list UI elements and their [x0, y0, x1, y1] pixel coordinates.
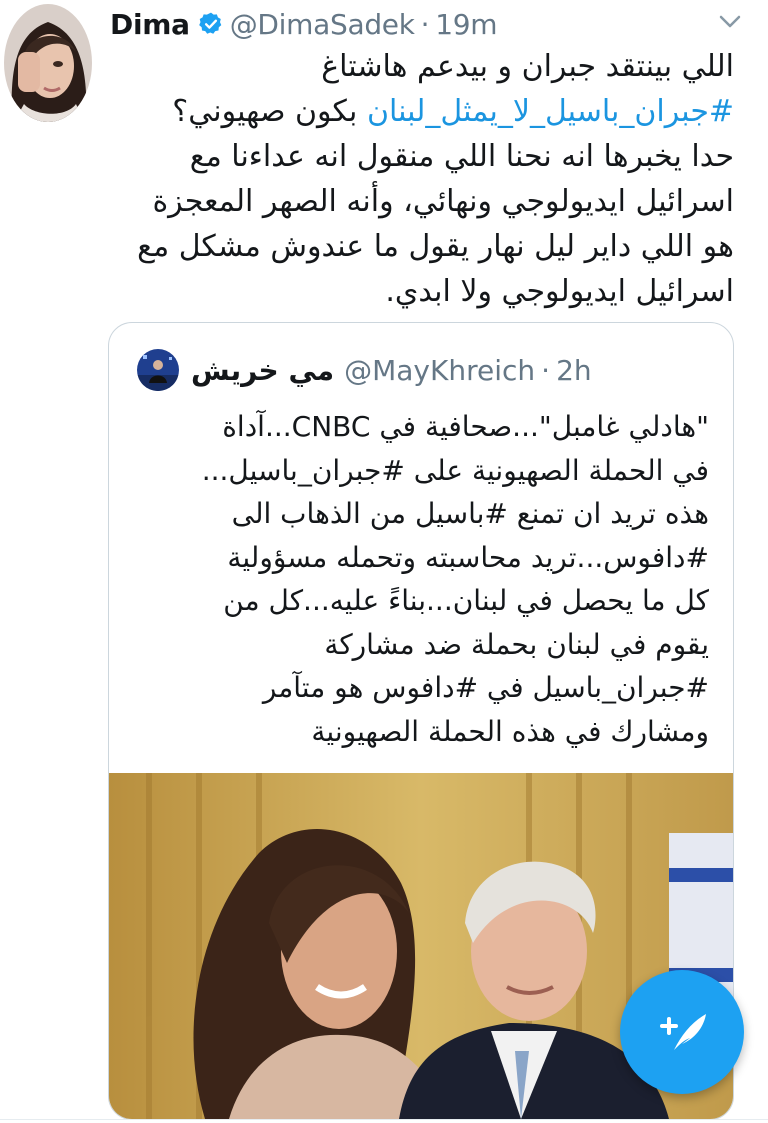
- quoted-handle[interactable]: @MayKhreich: [344, 354, 535, 387]
- timestamp[interactable]: 19m: [435, 8, 497, 41]
- divider: [0, 1119, 768, 1120]
- quoted-text-line: ومشارك في هذه الحملة الصهيونية: [311, 714, 709, 748]
- tweet-text-line: اسرائيل ايديولوجي ولا ابدي.: [385, 274, 734, 309]
- quoted-text-line: "هادلي غامبل"...صحافية في CNBC...آداة: [222, 410, 709, 443]
- quoted-text-line: هذه تريد ان تمنع #باسيل من الذهاب الى: [231, 497, 709, 530]
- hashtag-link[interactable]: #جبران_باسيل_لا_يمثل_لبنان: [367, 94, 734, 129]
- verified-badge-icon: [198, 11, 224, 37]
- quoted-timestamp[interactable]: 2h: [556, 354, 592, 387]
- quoted-text-line: كل ما يحصل في لبنان...بناءً عليه...كل من: [223, 584, 709, 617]
- separator-dot: ·: [420, 7, 430, 41]
- tweet-text-line: اسرائيل ايديولوجي ونهائي، وأنه الصهر الم…: [152, 184, 734, 219]
- tweet-text: اللي بينتقد جبران و بيدعم هاشتاغ #جبران_…: [110, 44, 734, 314]
- tweet-text-line: #جبران_باسيل_لا_يمثل_لبنان بكون صهيوني؟: [110, 89, 734, 134]
- tweet-text-fragment: بكون صهيوني؟: [172, 94, 367, 129]
- quoted-text-line: #جبران_باسيل في #دافوس هو متآمر: [262, 671, 709, 704]
- quoted-avatar: [137, 349, 179, 391]
- quoted-text-line: يقوم في لبنان بحملة ضد مشاركة: [324, 627, 709, 661]
- tweet[interactable]: Dima @DimaSadek · 19m اللي بينتقد جبران …: [0, 0, 768, 1123]
- chevron-down-icon[interactable]: [714, 6, 746, 38]
- tweet-text-line: حدا يخبرها انه نحنا اللي منقول انه عداءن…: [189, 139, 734, 174]
- quoted-display-name[interactable]: مي خريش: [191, 354, 334, 387]
- display-name[interactable]: Dima: [110, 8, 190, 41]
- quoted-tweet-text: "هادلي غامبل"...صحافية في CNBC...آداة في…: [129, 405, 709, 753]
- tweet-text-line: اللي بينتقد جبران و بيدعم هاشتاغ: [321, 49, 734, 84]
- compose-tweet-button[interactable]: [620, 970, 744, 1094]
- handle[interactable]: @DimaSadek: [230, 8, 415, 41]
- avatar[interactable]: [4, 4, 92, 122]
- separator-dot: ·: [541, 353, 551, 387]
- compose-tweet-icon: [652, 1000, 712, 1064]
- tweet-text-line: هو اللي داير ليل نهار يقول ما عندوش مشكل…: [137, 229, 734, 264]
- tweet-header: Dima @DimaSadek · 19m: [110, 2, 498, 46]
- quoted-text-line: في الحملة الصهيونية على #جبران_باسيل...: [201, 453, 709, 487]
- quoted-text-line: #دافوس...تريد محاسبته وتحمله مسؤولية: [227, 540, 709, 574]
- quoted-tweet-header: مي خريش @MayKhreich · 2h: [137, 349, 592, 391]
